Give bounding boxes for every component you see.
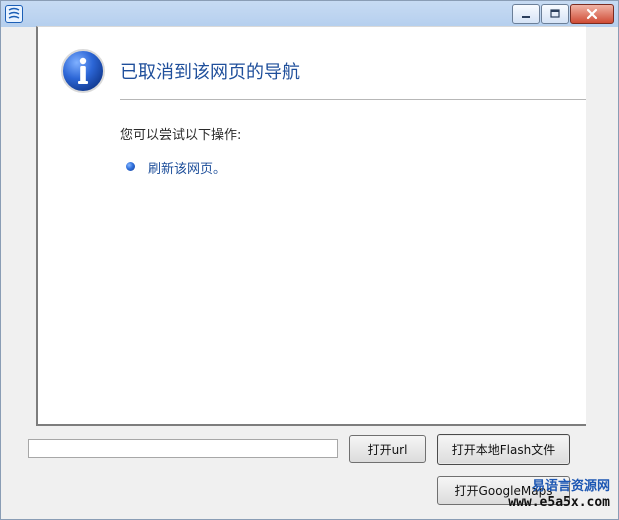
url-input[interactable] [28, 439, 338, 458]
open-url-button[interactable]: 打开url [349, 435, 426, 463]
minimize-button[interactable] [512, 4, 540, 24]
watermark-line1: 易语言资源网 [531, 479, 610, 494]
watermark: 易语言资源网 www.e5a5x.com [508, 479, 610, 511]
refresh-link[interactable]: 刷新该网页。 [148, 158, 226, 177]
bullet-icon [126, 162, 135, 171]
window-controls [512, 4, 614, 24]
watermark-line2: www.e5a5x.com [508, 495, 610, 510]
open-flash-button[interactable]: 打开本地Flash文件 [437, 434, 570, 465]
info-icon [60, 48, 106, 94]
app-window: 已取消到该网页的导航 您可以尝试以下操作: 刷新该网页。 打开url 打开本地F… [0, 0, 619, 520]
title-bar[interactable] [1, 1, 618, 27]
app-icon[interactable] [5, 5, 23, 23]
maximize-button[interactable] [541, 4, 569, 24]
close-button[interactable] [570, 4, 614, 24]
maximize-icon [550, 9, 560, 18]
divider [120, 99, 586, 100]
close-icon [586, 8, 598, 20]
page-title: 已取消到该网页的导航 [120, 62, 300, 83]
minimize-icon [522, 16, 530, 18]
suggestion-label: 您可以尝试以下操作: [120, 128, 242, 143]
browser-content: 已取消到该网页的导航 您可以尝试以下操作: 刷新该网页。 [36, 26, 586, 426]
